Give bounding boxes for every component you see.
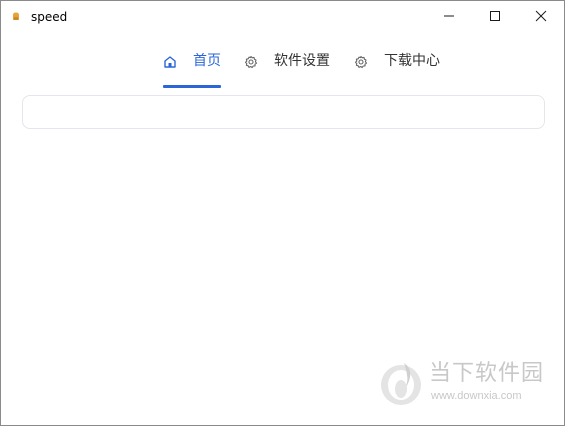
minimize-icon (443, 10, 455, 22)
window-title: speed (31, 10, 68, 24)
app-window: speed 首页 软件设置 下载中心 当下软件园 www.downxia.com (0, 0, 565, 426)
app-icon (12, 6, 20, 20)
gear-icon (354, 54, 368, 69)
tab-bar: 首页 软件设置 下载中心 (1, 45, 564, 91)
watermark-url: www.downxia.com (431, 390, 522, 402)
tab-home[interactable]: 首页 (163, 45, 223, 89)
gear-icon (244, 54, 258, 69)
title-bar[interactable]: speed (1, 1, 564, 33)
tab-software-settings[interactable]: 软件设置 (244, 45, 339, 89)
minimize-button[interactable] (426, 1, 472, 31)
active-tab-indicator (163, 85, 221, 88)
tab-download-center-label: 下载中心 (384, 53, 440, 69)
close-icon (535, 10, 547, 22)
content-panel (22, 95, 545, 129)
maximize-icon (489, 10, 501, 22)
tab-download-center[interactable]: 下载中心 (354, 45, 449, 89)
tab-home-label: 首页 (193, 53, 221, 69)
watermark: 当下软件园 www.downxia.com (379, 359, 549, 409)
watermark-logo-icon (379, 359, 425, 407)
close-button[interactable] (518, 1, 564, 31)
tab-software-settings-label: 软件设置 (274, 53, 330, 69)
home-icon (163, 54, 177, 68)
maximize-button[interactable] (472, 1, 518, 31)
watermark-name: 当下软件园 (429, 361, 545, 386)
